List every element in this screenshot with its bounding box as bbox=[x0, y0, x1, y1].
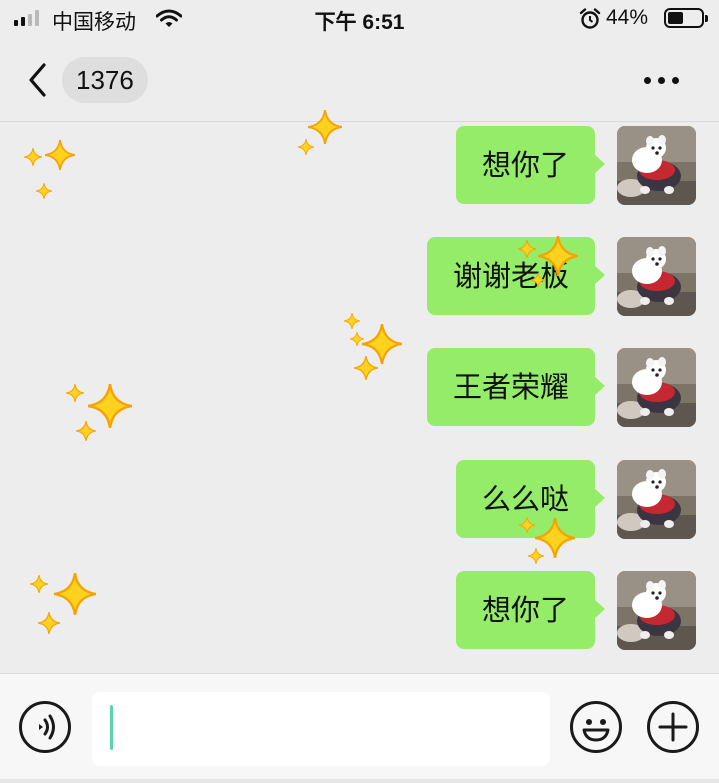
status-bar: 中国移动 下午 6:51 44% bbox=[0, 0, 719, 38]
avatar[interactable] bbox=[617, 460, 696, 539]
battery-icon bbox=[664, 8, 708, 28]
more-actions-button[interactable] bbox=[647, 701, 699, 753]
voice-icon bbox=[39, 714, 55, 740]
alarm-icon bbox=[579, 8, 601, 35]
message-row: 王者荣耀 bbox=[426, 348, 696, 427]
battery-percent: 44% bbox=[606, 6, 649, 29]
voice-button[interactable] bbox=[19, 701, 71, 753]
avatar[interactable] bbox=[617, 571, 696, 650]
message-row: 谢谢老板 bbox=[426, 237, 696, 316]
message-row: 想你了 bbox=[455, 571, 696, 650]
avatar[interactable] bbox=[617, 237, 696, 316]
message-row: 想你了 bbox=[455, 126, 696, 205]
message-bubble[interactable]: 想你了 bbox=[455, 126, 606, 204]
plus-icon bbox=[658, 712, 688, 742]
input-bar bbox=[0, 673, 719, 783]
chat-header: 1376 bbox=[0, 38, 719, 122]
more-button[interactable] bbox=[644, 71, 688, 89]
text-cursor bbox=[110, 705, 113, 750]
home-indicator-strip bbox=[0, 779, 719, 783]
message-row: 么么哒 bbox=[455, 460, 696, 539]
message-bubble[interactable]: 么么哒 bbox=[455, 460, 606, 538]
message-bubble[interactable]: 想你了 bbox=[455, 571, 606, 649]
emoji-icon bbox=[582, 719, 610, 742]
message-input[interactable] bbox=[92, 692, 550, 766]
avatar[interactable] bbox=[617, 348, 696, 427]
message-list[interactable]: 想你了 谢谢老板 王者荣耀 么么哒 想你了 bbox=[0, 123, 719, 673]
more-icon-dot bbox=[644, 76, 651, 84]
back-button[interactable] bbox=[24, 60, 54, 100]
emoji-button[interactable] bbox=[570, 701, 622, 753]
chat-title[interactable]: 1376 bbox=[62, 57, 148, 103]
chevron-left-icon bbox=[29, 63, 46, 97]
message-bubble[interactable]: 王者荣耀 bbox=[426, 348, 606, 426]
avatar[interactable] bbox=[617, 126, 696, 205]
message-bubble[interactable]: 谢谢老板 bbox=[426, 237, 606, 315]
